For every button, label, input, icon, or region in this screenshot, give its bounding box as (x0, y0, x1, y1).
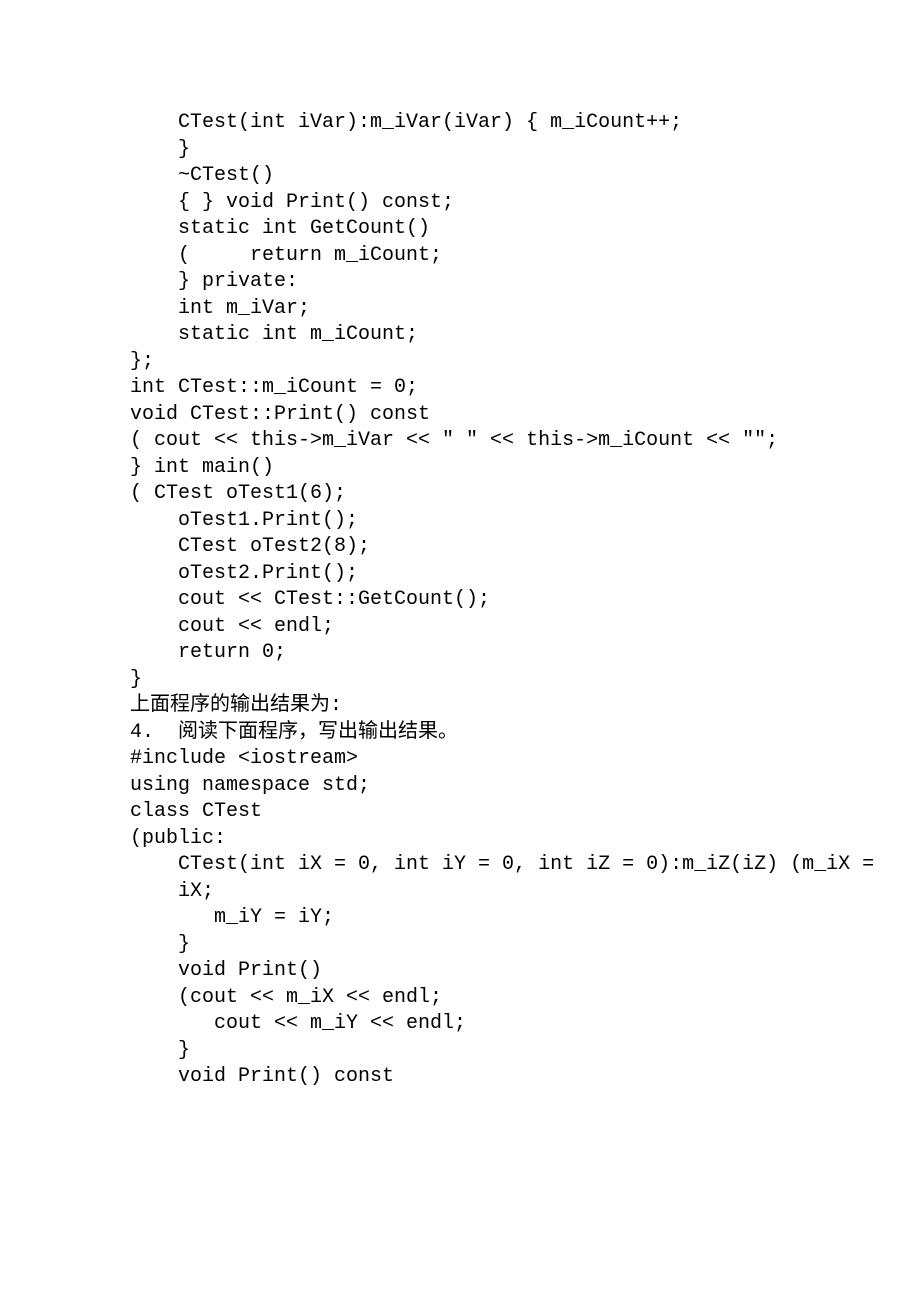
code-line: ( CTest oTest1(6); (0, 481, 920, 508)
code-line: }; (0, 349, 920, 376)
code-line: (public: (0, 826, 920, 853)
code-line: CTest(int iX = 0, int iY = 0, int iZ = 0… (0, 852, 920, 879)
code-line: oTest1.Print(); (0, 508, 920, 535)
code-line: CTest(int iVar):m_iVar(iVar) { m_iCount+… (0, 110, 920, 137)
code-line: static int GetCount() (0, 216, 920, 243)
code-text-block: CTest(int iVar):m_iVar(iVar) { m_iCount+… (0, 110, 920, 1091)
code-line: static int m_iCount; (0, 322, 920, 349)
code-line: cout << endl; (0, 614, 920, 641)
code-line: return 0; (0, 640, 920, 667)
code-line: 4. 阅读下面程序，写出输出结果。 (0, 720, 920, 747)
code-line: cout << CTest::GetCount(); (0, 587, 920, 614)
code-line: } (0, 1038, 920, 1065)
code-line: CTest oTest2(8); (0, 534, 920, 561)
code-line: ~CTest() (0, 163, 920, 190)
code-line: } (0, 667, 920, 694)
code-line: } private: (0, 269, 920, 296)
code-line: class CTest (0, 799, 920, 826)
code-line: cout << m_iY << endl; (0, 1011, 920, 1038)
code-line: int m_iVar; (0, 296, 920, 323)
code-line: using namespace std; (0, 773, 920, 800)
code-line: 上面程序的输出结果为: (0, 693, 920, 720)
code-line: void Print() const (0, 1064, 920, 1091)
code-line: void CTest::Print() const (0, 402, 920, 429)
code-line: int CTest::m_iCount = 0; (0, 375, 920, 402)
code-line: m_iY = iY; (0, 905, 920, 932)
code-line: (cout << m_iX << endl; (0, 985, 920, 1012)
code-line: iX; (0, 879, 920, 906)
code-line: ( return m_iCount; (0, 243, 920, 270)
document-page: CTest(int iVar):m_iVar(iVar) { m_iCount+… (0, 0, 920, 1302)
code-line: } int main() (0, 455, 920, 482)
code-line: } (0, 932, 920, 959)
code-line: ( cout << this->m_iVar << " " << this->m… (0, 428, 920, 455)
code-line: void Print() (0, 958, 920, 985)
code-line: #include <iostream> (0, 746, 920, 773)
code-line: oTest2.Print(); (0, 561, 920, 588)
code-line: { } void Print() const; (0, 190, 920, 217)
code-line: } (0, 137, 920, 164)
